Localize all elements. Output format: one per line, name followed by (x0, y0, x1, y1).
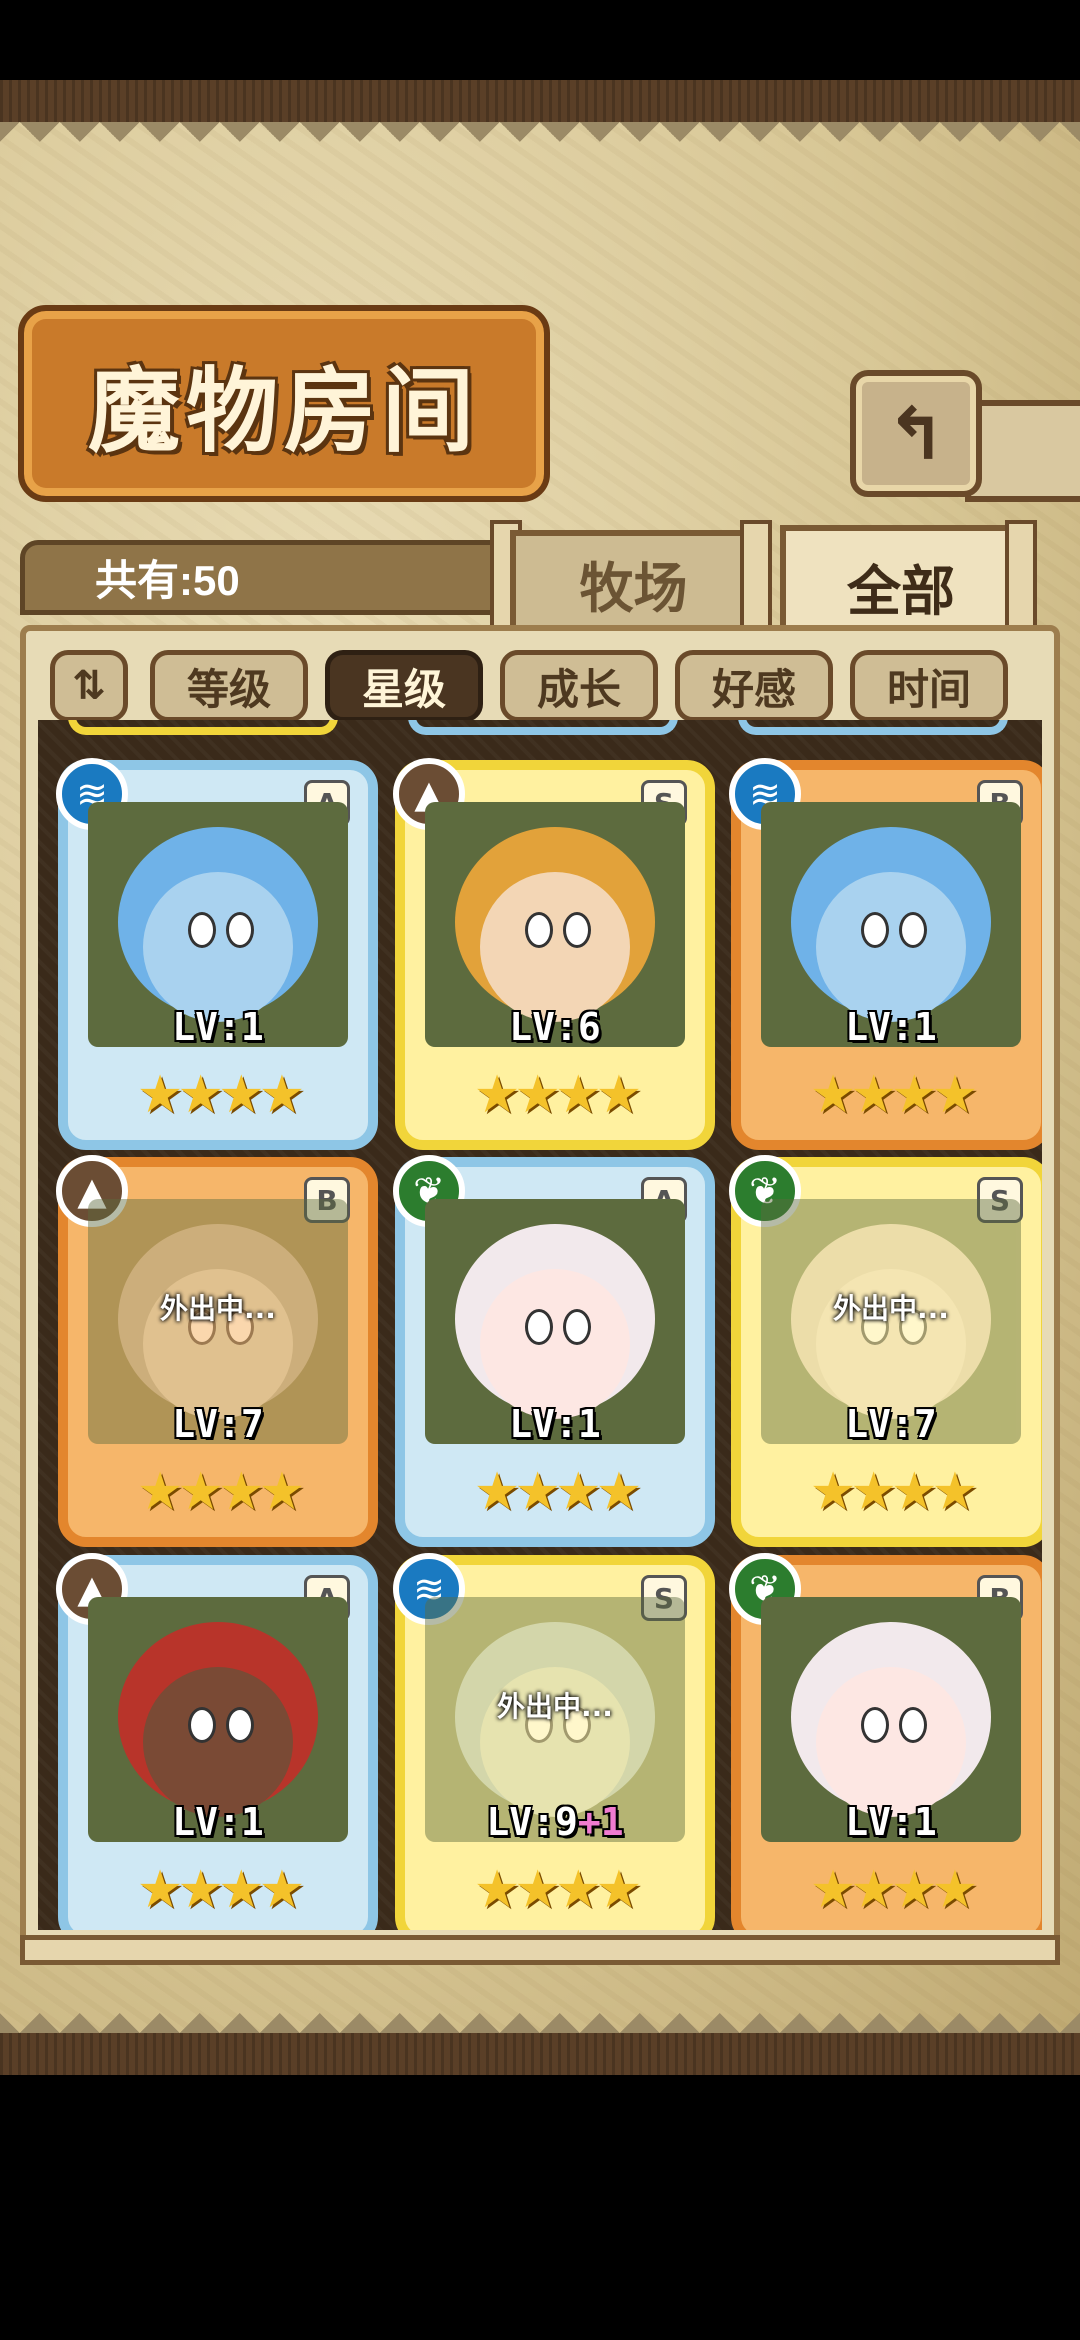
level-label: LV:6 (405, 1005, 705, 1049)
monster-card[interactable]: ▲SLV:6★★★★ (393, 758, 715, 1150)
top-border (0, 80, 1080, 122)
monster-eye (188, 912, 216, 948)
filter-time-button[interactable]: 时间 (850, 650, 1008, 722)
away-status-label: 外出中... (497, 1690, 613, 1723)
level-value: LV:1 (172, 1005, 264, 1049)
monster-card[interactable]: ≋BLV:1★★★★ (729, 758, 1042, 1150)
monster-face (480, 872, 630, 1022)
star-rating: ★★★★ (809, 1065, 978, 1125)
star-rating: ★★★★ (136, 1462, 305, 1522)
back-arrow-icon: ↰ (885, 391, 947, 476)
level-label: LV:1 (68, 1800, 368, 1844)
monster-card[interactable]: ≋ALV:1★★★★ (56, 758, 378, 1150)
monster-eye (525, 1309, 553, 1345)
level-value: LV:9 (486, 1800, 578, 1844)
away-status-label: 外出中... (160, 1292, 276, 1325)
filter-star-button[interactable]: 星级 (325, 650, 483, 722)
level-value: LV:1 (845, 1005, 937, 1049)
level-label: LV:1 (68, 1005, 368, 1049)
partial-card-above (68, 720, 338, 735)
star-rating: ★★★★ (473, 1462, 642, 1522)
sort-toggle-button[interactable]: ⇅ (50, 650, 128, 722)
back-button-tail (965, 400, 1080, 502)
level-value: LV:1 (845, 1800, 937, 1844)
level-label: LV:9+1 (405, 1800, 705, 1844)
level-bonus: +1 (577, 1800, 624, 1844)
monster-card[interactable]: ≋ S 外出中... LV:9+1 ★★★★ (393, 1553, 715, 1930)
monster-card[interactable]: ❦BLV:1★★★★ (729, 1553, 1042, 1930)
star-rating: ★★★★ (136, 1860, 305, 1920)
level-label: LV:1 (405, 1402, 705, 1446)
monster-eye (563, 912, 591, 948)
level-label: LV:1 (741, 1800, 1041, 1844)
monster-eye (188, 1707, 216, 1743)
level-label: LV:7 (68, 1402, 368, 1446)
monster-face (480, 1269, 630, 1419)
star-rating: ★★★★ (473, 1065, 642, 1125)
page-title: 魔物房间 (87, 357, 480, 465)
filter-affection-button[interactable]: 好感 (675, 650, 833, 722)
star-rating: ★★★★ (809, 1462, 978, 1522)
monster-face (816, 872, 966, 1022)
monster-card-grid: ≋ALV:1★★★★▲SLV:6★★★★≋BLV:1★★★★▲B外出中...LV… (38, 720, 1042, 1930)
partial-card-above (738, 720, 1008, 735)
monster-eye (861, 1707, 889, 1743)
level-value: LV:1 (509, 1402, 601, 1446)
monster-eye (899, 912, 927, 948)
monster-count-bar: 共有:50 (20, 540, 520, 615)
monster-eye (226, 1707, 254, 1743)
monster-eye (226, 912, 254, 948)
level-label: LV:1 (741, 1005, 1041, 1049)
monster-eye (861, 912, 889, 948)
away-status-label: 外出中... (833, 1292, 949, 1325)
zigzag-bottom-decoration (0, 1993, 1080, 2033)
zigzag-top-decoration (0, 122, 1080, 162)
filter-growth-button[interactable]: 成长 (500, 650, 658, 722)
tab-ranch[interactable]: 牧场 (510, 530, 757, 637)
star-rating: ★★★★ (809, 1860, 978, 1920)
back-button[interactable]: ↰ (850, 370, 982, 497)
monster-face (143, 1667, 293, 1817)
level-value: LV:7 (845, 1402, 937, 1446)
sort-toggle-icon: ⇅ (72, 663, 106, 709)
monster-card[interactable]: ❦ALV:1★★★★ (393, 1155, 715, 1547)
monster-count: 共有:50 (95, 557, 240, 604)
star-rating: ★★★★ (473, 1860, 642, 1920)
bottom-border (0, 2033, 1080, 2075)
monster-eye (899, 1707, 927, 1743)
level-value: LV:7 (172, 1402, 264, 1446)
level-value: LV:6 (509, 1005, 601, 1049)
star-rating: ★★★★ (136, 1065, 305, 1125)
panel-bottom-rail (20, 1935, 1060, 1965)
monster-eye (563, 1309, 591, 1345)
monster-card[interactable]: ▲ALV:1★★★★ (56, 1553, 378, 1930)
partial-card-above (408, 720, 678, 735)
monster-card[interactable]: ❦ S 外出中... LV:7 ★★★★ (729, 1155, 1042, 1547)
level-value: LV:1 (172, 1800, 264, 1844)
level-label: LV:7 (741, 1402, 1041, 1446)
monster-face (816, 1667, 966, 1817)
monster-eye (525, 912, 553, 948)
game-screen: 魔物房间 ↰ 共有:50 牧场 全部 ⇅ 等级 星级 成长 好感 时间 ≋ALV… (0, 80, 1080, 2075)
monster-card[interactable]: ▲ B 外出中... LV:7 ★★★★ (56, 1155, 378, 1547)
title-plate: 魔物房间 (18, 305, 550, 502)
filter-level-button[interactable]: 等级 (150, 650, 308, 722)
monster-face (143, 872, 293, 1022)
